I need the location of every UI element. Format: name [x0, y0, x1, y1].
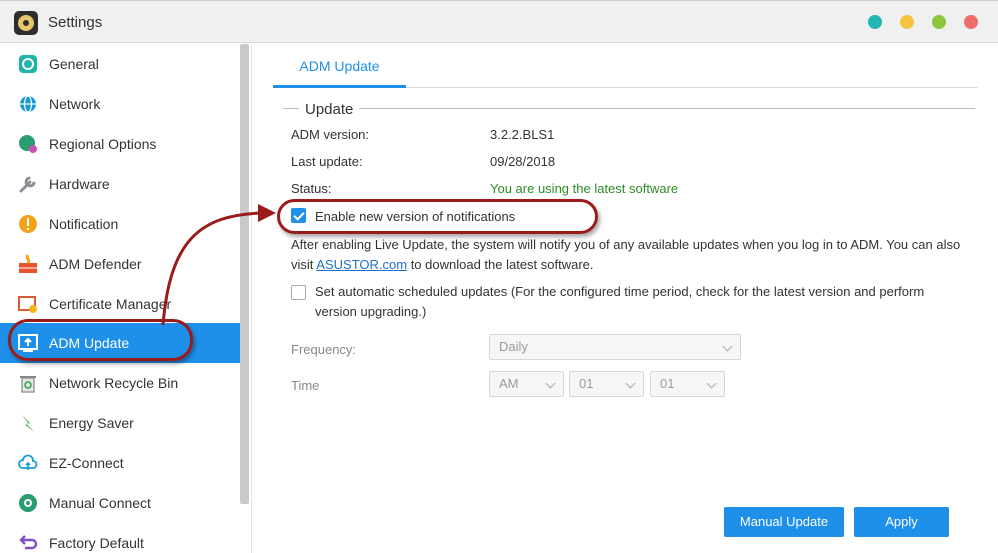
annotation-arrow [161, 204, 276, 326]
